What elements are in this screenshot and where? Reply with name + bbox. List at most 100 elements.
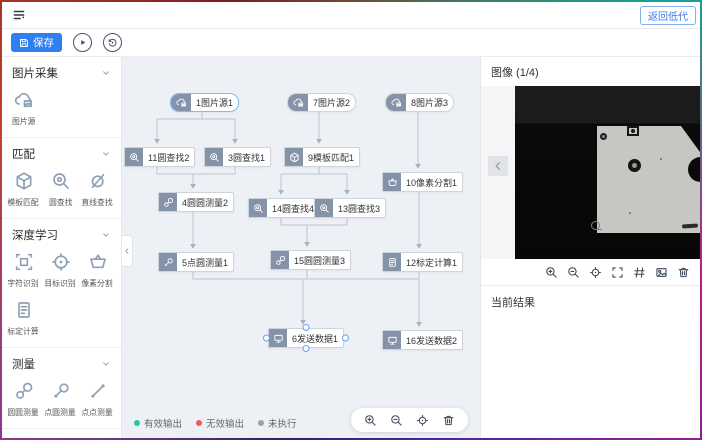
sidebar-section-header[interactable]: 图片采集 [2, 61, 121, 84]
cloud-image-icon [176, 97, 187, 108]
line-search-icon [88, 171, 108, 191]
inspection-photo[interactable] [515, 86, 700, 259]
replay-icon [107, 37, 118, 48]
flow-node-5[interactable]: 5点圆测量1 [158, 252, 234, 272]
zoom-out-icon[interactable] [390, 414, 403, 427]
locate-icon[interactable] [589, 266, 602, 279]
trash-icon[interactable] [442, 414, 455, 427]
selection-handle[interactable] [263, 335, 270, 342]
target-icon [51, 252, 71, 272]
sidebar-tool-item[interactable]: 直线查找 [79, 171, 116, 208]
run-continuous-button[interactable] [103, 33, 122, 52]
node-label: 6发送数据1 [287, 329, 343, 347]
circle-circle-icon [163, 197, 174, 208]
flow-node-13[interactable]: 13圆查找3 [314, 198, 386, 218]
flow-node-10[interactable]: 10像素分割1 [382, 172, 463, 192]
legend-label: 无效输出 [206, 416, 244, 430]
section-title: 图片采集 [12, 65, 58, 81]
tool-label: 字符识别 [8, 277, 39, 288]
tool-label: 圆查找 [49, 196, 72, 207]
grid-icon[interactable] [633, 266, 646, 279]
label-mark [682, 223, 698, 228]
node-icon-box [383, 253, 401, 271]
sidebar-tool-item[interactable]: 目标识别 [42, 252, 79, 289]
tool-label: 标定计算 [8, 325, 39, 336]
section-title: 匹配 [12, 146, 35, 162]
sidebar-tool-item[interactable]: 模板匹配 [5, 171, 42, 208]
sidebar-section: 测量圆圆测量点圆测量点点测量 [2, 348, 121, 429]
image-viewer [481, 86, 700, 259]
selection-handle[interactable] [303, 324, 310, 331]
zoom-in-icon[interactable] [545, 266, 558, 279]
flow-node-15[interactable]: 15圆圆测量3 [270, 250, 351, 270]
image-icon[interactable] [655, 266, 668, 279]
zoom-in-icon[interactable] [364, 414, 377, 427]
zoom-out-icon[interactable] [567, 266, 580, 279]
main-body: 图片采集图片源匹配模板匹配圆查找直线查找深度学习字符识别目标识别像素分割标定计算… [2, 57, 700, 438]
flow-node-12[interactable]: 12标定计算1 [382, 252, 463, 272]
node-label: 10像素分割1 [401, 173, 462, 191]
flow-node-4[interactable]: 4圆圆测量2 [158, 192, 234, 212]
flow-node-6[interactable]: 6发送数据1 [268, 328, 344, 348]
sidebar-tool-item[interactable]: 字符识别 [5, 252, 42, 289]
back-to-lowcode-button[interactable]: 返回低代 [640, 6, 696, 25]
flow-canvas[interactable]: 1图片源1 7图片源2 8图片源3 11圆查找2 3圆查找1 9模板匹配1 10像素分割1 4… [122, 57, 480, 438]
flow-node-16[interactable]: 16发送数据2 [382, 330, 463, 350]
sidebar-section-header[interactable]: 测量 [2, 352, 121, 375]
run-button[interactable] [73, 33, 92, 52]
node-icon-box [383, 331, 401, 349]
flow-node-8[interactable]: 8图片源3 [385, 93, 454, 112]
node-icon-box [285, 148, 303, 166]
node-label: 9模板匹配1 [303, 148, 359, 166]
circle-search-icon [253, 203, 264, 214]
sidebar-tool-item[interactable]: 标定计算 [5, 300, 42, 337]
sidebar-section-header[interactable]: 通信 [2, 433, 121, 438]
point-circle-icon [51, 381, 71, 401]
flow-node-3[interactable]: 3圆查找1 [204, 147, 271, 167]
selection-handle[interactable] [342, 335, 349, 342]
sidebar-collapse-handle[interactable] [122, 235, 133, 267]
node-icon-box [205, 148, 223, 166]
node-label: 5点圆测量1 [177, 253, 233, 271]
doc-calc-icon [14, 300, 34, 320]
flow-node-14[interactable]: 14圆查找4 [248, 198, 320, 218]
sidebar-section-header[interactable]: 深度学习 [2, 223, 121, 246]
flow-node-9[interactable]: 9模板匹配1 [284, 147, 360, 167]
selection-handle[interactable] [303, 345, 310, 352]
save-button[interactable]: 保存 [11, 33, 62, 52]
sidebar-tool-item[interactable]: 圆圆测量 [5, 381, 42, 418]
trash-icon[interactable] [677, 266, 690, 279]
cube-icon [14, 171, 34, 191]
sidebar-tool-item[interactable]: 点点测量 [79, 381, 116, 418]
flow-node-11[interactable]: 11圆查找2 [124, 147, 195, 167]
chevron-left-icon [492, 160, 504, 172]
top-header: 返回低代 [2, 2, 700, 29]
send-icon [273, 333, 284, 344]
flow-node-7[interactable]: 7图片源2 [287, 93, 356, 112]
save-label: 保存 [33, 35, 54, 50]
sidebar-tool-item[interactable]: 圆查找 [42, 171, 79, 208]
legend-dot [134, 420, 140, 426]
doc-calc-icon [387, 257, 398, 268]
sidebar-section-header[interactable]: 匹配 [2, 142, 121, 165]
node-label: 7图片源2 [308, 94, 355, 111]
node-label: 1图片源1 [191, 94, 238, 111]
point-point-icon [88, 381, 108, 401]
sidebar-tool-item[interactable]: 图片源 [5, 90, 42, 127]
vision-flow-app: 返回低代 保存 图片采集图片源匹配模板匹配圆查找直线查找深度学习字符识别目标识别… [2, 2, 700, 438]
prev-image-button[interactable] [488, 156, 508, 176]
legend-label: 未执行 [268, 416, 297, 430]
locate-icon[interactable] [416, 414, 429, 427]
expand-icon[interactable] [611, 266, 624, 279]
flow-node-1[interactable]: 1图片源1 [170, 93, 239, 112]
viewer-side-strip [481, 86, 515, 259]
node-label: 12标定计算1 [401, 253, 462, 271]
sidebar-tool-item[interactable]: 点圆测量 [42, 381, 79, 418]
circle-search-icon [51, 171, 71, 191]
menu-button[interactable] [10, 6, 28, 24]
sidebar-tool-item[interactable]: 像素分割 [79, 252, 116, 289]
circle-circle-icon [14, 381, 34, 401]
chevron-down-icon [101, 68, 111, 78]
sidebar-section: 深度学习字符识别目标识别像素分割标定计算 [2, 219, 121, 348]
current-result-body [481, 318, 700, 438]
